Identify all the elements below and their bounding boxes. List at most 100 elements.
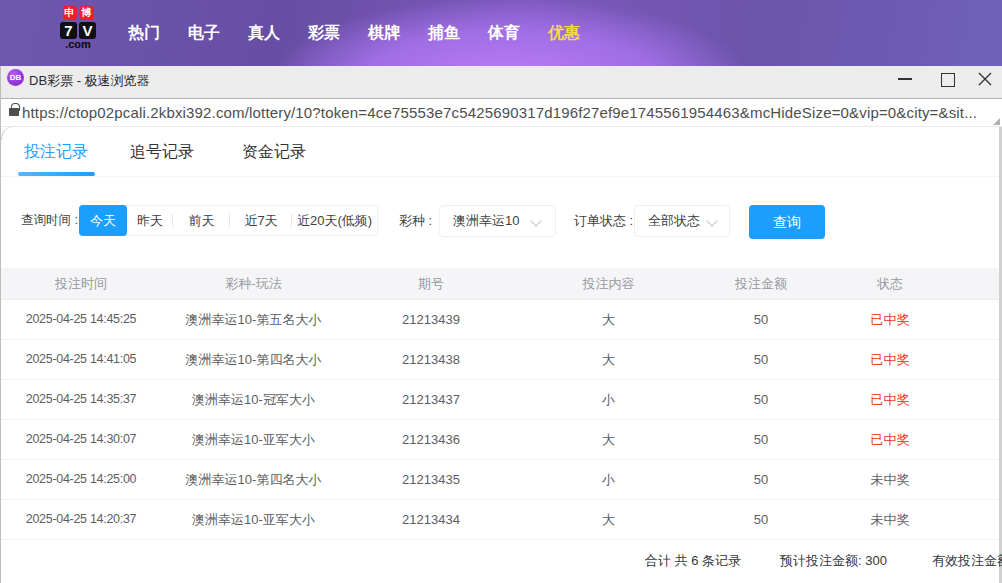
- logo-com-text: .com: [59, 39, 97, 50]
- browser-favicon: DB: [7, 69, 24, 86]
- cell-status: 已中奖: [821, 380, 959, 419]
- browser-urlbar[interactable]: https://ctop02pcali.2kbxi392.com/lottery…: [0, 98, 1002, 127]
- cell-time: 2025-04-25 14:35:37: [1, 380, 161, 419]
- cell-time: 2025-04-25 14:41:05: [1, 340, 161, 379]
- order-status-value: 全部状态: [648, 206, 700, 236]
- table-row: 2025-04-25 14:25:00澳洲幸运10-第四名大小21213435小…: [1, 460, 999, 500]
- summary-expected: 预计投注金额: 300: [780, 552, 887, 570]
- browser-titlebar: DB DB彩票 - 极速浏览器: [0, 66, 1002, 98]
- logo-tile-bo: 博: [80, 6, 94, 20]
- cell-content: 小: [516, 460, 701, 499]
- resize-grip-icon: [993, 118, 1000, 125]
- lottery-type-value: 澳洲幸运10: [453, 206, 519, 236]
- nav-item-1[interactable]: 电子: [188, 23, 220, 44]
- time-option-3[interactable]: 近7天: [230, 206, 292, 235]
- site-navbar: 申 博 7 V .com 热门 电子 真人 彩票 棋牌 捕鱼 体育 优惠: [0, 0, 1002, 66]
- cell-status: 已中奖: [821, 300, 959, 339]
- logo-tile-v: V: [79, 22, 96, 39]
- nav-item-7[interactable]: 优惠: [548, 23, 580, 44]
- cell-game: 澳洲幸运10-亚军大小: [161, 420, 346, 459]
- col-header-3: 投注内容: [516, 268, 701, 299]
- cell-status: 未中奖: [821, 460, 959, 499]
- summary-valid: 有效投注金额: 300: [932, 552, 1002, 570]
- cell-status: 未中奖: [821, 500, 959, 539]
- lottery-type-label: 彩种 :: [399, 205, 432, 236]
- table-row: 2025-04-25 14:30:07澳洲幸运10-亚军大小21213436大5…: [1, 420, 999, 460]
- logo-tile-shen: 申: [63, 6, 77, 20]
- cell-amount: 50: [701, 420, 821, 459]
- cell-amount: 50: [701, 340, 821, 379]
- cell-time: 2025-04-25 14:45:25: [1, 300, 161, 339]
- cell-content: 大: [516, 420, 701, 459]
- nav-item-4[interactable]: 棋牌: [368, 23, 400, 44]
- page-content: 投注记录 追号记录 资金记录 查询时间 : 今天昨天前天近7天近20天(低频) …: [1, 127, 999, 583]
- time-option-4[interactable]: 近20天(低频): [292, 206, 377, 235]
- tab-bet-records[interactable]: 投注记录: [24, 142, 88, 163]
- time-range-group: 今天昨天前天近7天近20天(低频): [79, 205, 378, 236]
- cell-amount: 50: [701, 460, 821, 499]
- nav-item-6[interactable]: 体育: [488, 23, 520, 44]
- nav-item-5[interactable]: 捕鱼: [428, 23, 460, 44]
- cell-content: 大: [516, 340, 701, 379]
- cell-issue: 21213436: [346, 420, 516, 459]
- table-row: 2025-04-25 14:41:05澳洲幸运10-第四名大小21213438大…: [1, 340, 999, 380]
- table-row: 2025-04-25 14:35:37澳洲幸运10-冠军大小21213437小5…: [1, 380, 999, 420]
- tab-chase-records[interactable]: 追号记录: [130, 142, 194, 163]
- cell-content: 小: [516, 380, 701, 419]
- minimize-button[interactable]: [892, 66, 918, 98]
- cell-game: 澳洲幸运10-第四名大小: [161, 340, 346, 379]
- maximize-button[interactable]: [934, 66, 960, 98]
- cell-game: 澳洲幸运10-第四名大小: [161, 460, 346, 499]
- cell-amount: 50: [701, 300, 821, 339]
- col-header-1: 彩种-玩法: [161, 268, 346, 299]
- cell-issue: 21213434: [346, 500, 516, 539]
- cell-issue: 21213438: [346, 340, 516, 379]
- cell-time: 2025-04-25 14:30:07: [1, 420, 161, 459]
- cell-game: 澳洲幸运10-第五名大小: [161, 300, 346, 339]
- content-top-border: [15, 126, 999, 127]
- summary-total: 合计 共 6 条记录: [645, 552, 741, 570]
- cell-game: 澳洲幸运10-冠军大小: [161, 380, 346, 419]
- nav-item-2[interactable]: 真人: [248, 23, 280, 44]
- cell-game: 澳洲幸运10-亚军大小: [161, 500, 346, 539]
- cell-issue: 21213439: [346, 300, 516, 339]
- col-header-5: 状态: [821, 268, 959, 299]
- col-header-2: 期号: [346, 268, 516, 299]
- tabs-bottom-border: [1, 176, 999, 177]
- time-option-1[interactable]: 昨天: [127, 206, 173, 235]
- cell-issue: 21213435: [346, 460, 516, 499]
- logo-tile-7: 7: [60, 22, 77, 39]
- cell-issue: 21213437: [346, 380, 516, 419]
- url-text[interactable]: https://ctop02pcali.2kbxi392.com/lottery…: [22, 99, 992, 126]
- lottery-type-select[interactable]: 澳洲幸运10: [439, 205, 556, 237]
- browser-window-title: DB彩票 - 极速浏览器: [29, 66, 150, 98]
- table-row: 2025-04-25 14:20:37澳洲幸运10-亚军大小21213434大5…: [1, 500, 999, 540]
- order-status-label: 订单状态 :: [574, 205, 633, 236]
- cell-status: 已中奖: [821, 420, 959, 459]
- cell-content: 大: [516, 300, 701, 339]
- table-row: 2025-04-25 14:45:25澳洲幸运10-第五名大小21213439大…: [1, 300, 999, 340]
- site-logo[interactable]: 申 博 7 V .com: [59, 6, 97, 50]
- chevron-down-icon: [706, 215, 717, 226]
- nav-item-3[interactable]: 彩票: [308, 23, 340, 44]
- time-option-0[interactable]: 今天: [79, 205, 127, 236]
- col-header-4: 投注金额: [701, 268, 821, 299]
- cell-amount: 50: [701, 500, 821, 539]
- cell-status: 已中奖: [821, 340, 959, 379]
- lock-icon: [9, 108, 19, 116]
- time-option-2[interactable]: 前天: [173, 206, 230, 235]
- nav-item-0[interactable]: 热门: [128, 23, 160, 44]
- query-button[interactable]: 查询: [749, 205, 825, 239]
- order-status-select[interactable]: 全部状态: [634, 205, 730, 237]
- table-header: 投注时间彩种-玩法期号投注内容投注金额状态: [1, 268, 999, 300]
- cell-content: 大: [516, 500, 701, 539]
- tab-fund-records[interactable]: 资金记录: [242, 142, 306, 163]
- cell-amount: 50: [701, 380, 821, 419]
- query-time-label: 查询时间 :: [21, 205, 78, 236]
- chevron-down-icon: [530, 215, 541, 226]
- col-header-0: 投注时间: [1, 268, 161, 299]
- close-button[interactable]: [972, 66, 998, 98]
- cell-time: 2025-04-25 14:20:37: [1, 500, 161, 539]
- content-corner: [1, 126, 15, 140]
- cell-time: 2025-04-25 14:25:00: [1, 460, 161, 499]
